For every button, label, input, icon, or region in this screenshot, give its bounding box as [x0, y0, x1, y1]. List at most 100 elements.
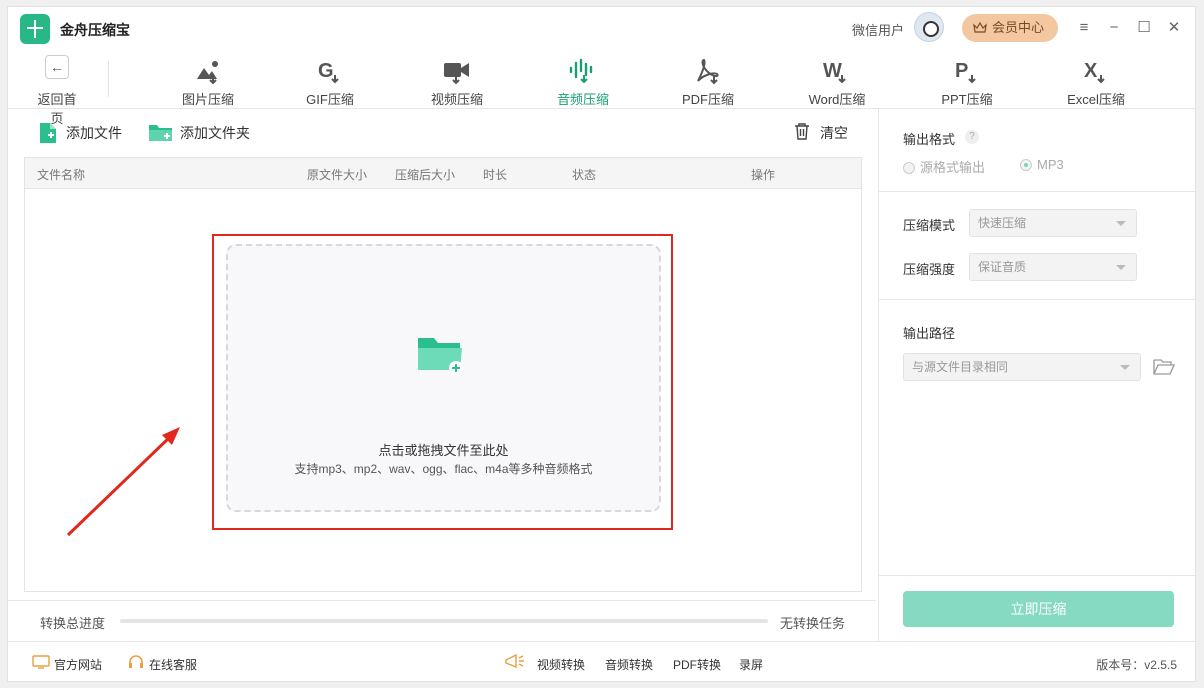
minimize-icon[interactable]: −: [1106, 20, 1122, 36]
tab-word-compress[interactable]: W Word压缩: [792, 53, 882, 108]
footer-link-video-convert[interactable]: 视频转换: [537, 656, 585, 673]
compress-settings-section: 压缩模式 快速压缩 压缩强度 保证音质: [879, 191, 1195, 300]
compress-strength-label: 压缩强度: [903, 262, 956, 277]
tab-pdf-compress[interactable]: PDF压缩: [663, 53, 753, 108]
tab-label: PPT压缩: [941, 92, 993, 107]
output-path-select[interactable]: 与源文件目录相同: [903, 353, 1141, 381]
output-format-label: 输出格式: [903, 132, 956, 147]
add-folder-button[interactable]: 添加文件夹: [148, 121, 250, 145]
ppt-icon: P: [955, 60, 976, 84]
col-compressed-size: 压缩后大小: [395, 168, 456, 182]
drop-zone-title: 点击或拖拽文件至此处: [378, 443, 509, 458]
progress-row: 转换总进度 无转换任务: [8, 600, 876, 641]
back-arrow-icon: ←: [45, 55, 69, 79]
user-name[interactable]: 微信用户: [852, 20, 904, 39]
add-folder-label: 添加文件夹: [180, 125, 250, 141]
radio-icon: [903, 162, 915, 174]
output-format-section: 输出格式 ? 源格式输出 MP3: [879, 109, 1195, 192]
radio-source-format[interactable]: 源格式输出: [903, 157, 985, 176]
svg-text:G: G: [318, 60, 334, 82]
output-path-label: 输出路径: [903, 326, 956, 341]
trash-icon: [795, 123, 809, 140]
online-support-link[interactable]: 在线客服: [129, 655, 197, 673]
app-window: 金舟压缩宝 微信用户 会员中心 ≡ − ☐ ✕ ← 返回首页 图片压缩 G GI…: [7, 6, 1196, 682]
tab-label: 音频压缩: [556, 92, 609, 107]
monitor-icon: [32, 655, 50, 669]
svg-text:P: P: [955, 60, 968, 82]
annotation-arrow-icon: [66, 427, 180, 537]
footer-link-screen-record[interactable]: 录屏: [739, 656, 763, 673]
chevron-down-icon: [1116, 265, 1126, 270]
col-actions: 操作: [751, 168, 776, 182]
settings-panel: 输出格式 ? 源格式输出 MP3 压缩模式 快速压缩 压缩强度 保证音质 输出路…: [878, 109, 1195, 641]
tab-label: Word压缩: [808, 92, 866, 107]
app-title: 金舟压缩宝: [60, 22, 130, 38]
compress-now-button[interactable]: 立即压缩: [903, 591, 1174, 627]
clear-label: 清空: [820, 125, 848, 141]
table-header: 文件名称 原文件大小 压缩后大小 时长 状态 操作: [25, 158, 861, 189]
divider: [108, 61, 109, 97]
progress-label: 转换总进度: [40, 616, 106, 631]
divider: [879, 575, 1195, 576]
compress-mode-label: 压缩模式: [903, 218, 956, 233]
tab-label: 图片压缩: [181, 92, 234, 107]
pdf-icon: [697, 58, 719, 85]
add-folder-icon: [418, 338, 463, 375]
headset-icon: [129, 655, 143, 668]
version-label: 版本号：v2.5.5: [1096, 658, 1177, 672]
chevron-down-icon: [1120, 365, 1130, 370]
tab-video-compress[interactable]: 视频压缩: [412, 53, 502, 108]
chevron-down-icon: [1116, 221, 1126, 226]
megaphone-icon: [505, 653, 524, 669]
vip-center-label: 会员中心: [992, 20, 1045, 35]
tab-gif-compress[interactable]: G GIF压缩: [285, 53, 375, 108]
tab-audio-compress[interactable]: 音频压缩: [538, 53, 628, 108]
tab-label: 视频压缩: [430, 92, 483, 107]
file-drop-zone[interactable]: 点击或拖拽文件至此处 支持mp3、mp2、wav、ogg、flac、m4a等多种…: [226, 244, 661, 512]
word-icon: W: [823, 60, 846, 84]
title-bar: 金舟压缩宝 微信用户 会员中心 ≡ − ☐ ✕: [8, 7, 1195, 49]
svg-text:W: W: [823, 60, 842, 82]
add-folder-icon: [149, 125, 172, 141]
gif-icon: G: [318, 60, 339, 84]
official-website-link[interactable]: 官方网站: [32, 655, 102, 673]
add-file-button[interactable]: 添加文件: [38, 121, 122, 145]
tab-image-compress[interactable]: 图片压缩: [163, 53, 253, 108]
radio-checked-icon: [1020, 159, 1032, 171]
menu-icon[interactable]: ≡: [1076, 20, 1092, 36]
video-icon: [444, 63, 469, 85]
excel-icon: X: [1084, 60, 1105, 84]
user-avatar[interactable]: [914, 12, 944, 42]
tab-label: GIF压缩: [306, 92, 354, 107]
footer-link-audio-convert[interactable]: 音频转换: [605, 656, 653, 673]
tab-label: PDF压缩: [681, 92, 734, 107]
add-file-icon: [40, 123, 56, 143]
tab-label: Excel压缩: [1067, 92, 1125, 107]
help-icon[interactable]: ?: [965, 130, 979, 144]
maximize-icon[interactable]: ☐: [1136, 20, 1152, 36]
footer-bar: 官方网站 在线客服 视频转换 音频转换 PDF转换 录屏 版本号：v2.5.5: [8, 641, 1195, 681]
compress-mode-select[interactable]: 快速压缩: [969, 209, 1137, 237]
progress-bar: [120, 619, 768, 623]
col-status: 状态: [572, 168, 597, 182]
file-toolbar: 添加文件 添加文件夹 清空: [8, 109, 876, 157]
tab-excel-compress[interactable]: X Excel压缩: [1051, 53, 1141, 108]
clear-button[interactable]: 清空: [794, 121, 848, 145]
svg-text:X: X: [1084, 60, 1098, 82]
crown-icon: [973, 22, 987, 33]
close-icon[interactable]: ✕: [1166, 20, 1182, 36]
col-duration: 时长: [483, 168, 508, 182]
tab-ppt-compress[interactable]: P PPT压缩: [922, 53, 1012, 108]
folder-open-icon[interactable]: [1153, 358, 1175, 376]
col-file-name: 文件名称: [37, 168, 86, 182]
progress-status: 无转换任务: [780, 616, 846, 631]
col-original-size: 原文件大小: [307, 168, 368, 182]
vip-center-button[interactable]: 会员中心: [962, 14, 1058, 42]
function-tab-bar: ← 返回首页 图片压缩 G GIF压缩 视频压缩 音频压缩 PDF压缩 W Wo…: [8, 49, 1195, 126]
radio-mp3[interactable]: MP3: [1020, 157, 1064, 172]
image-icon: [197, 61, 218, 85]
footer-link-pdf-convert[interactable]: PDF转换: [673, 656, 721, 673]
compress-strength-select[interactable]: 保证音质: [969, 253, 1137, 281]
drop-zone-formats: 支持mp3、mp2、wav、ogg、flac、m4a等多种音频格式: [294, 462, 593, 476]
app-logo-icon: [20, 14, 50, 44]
